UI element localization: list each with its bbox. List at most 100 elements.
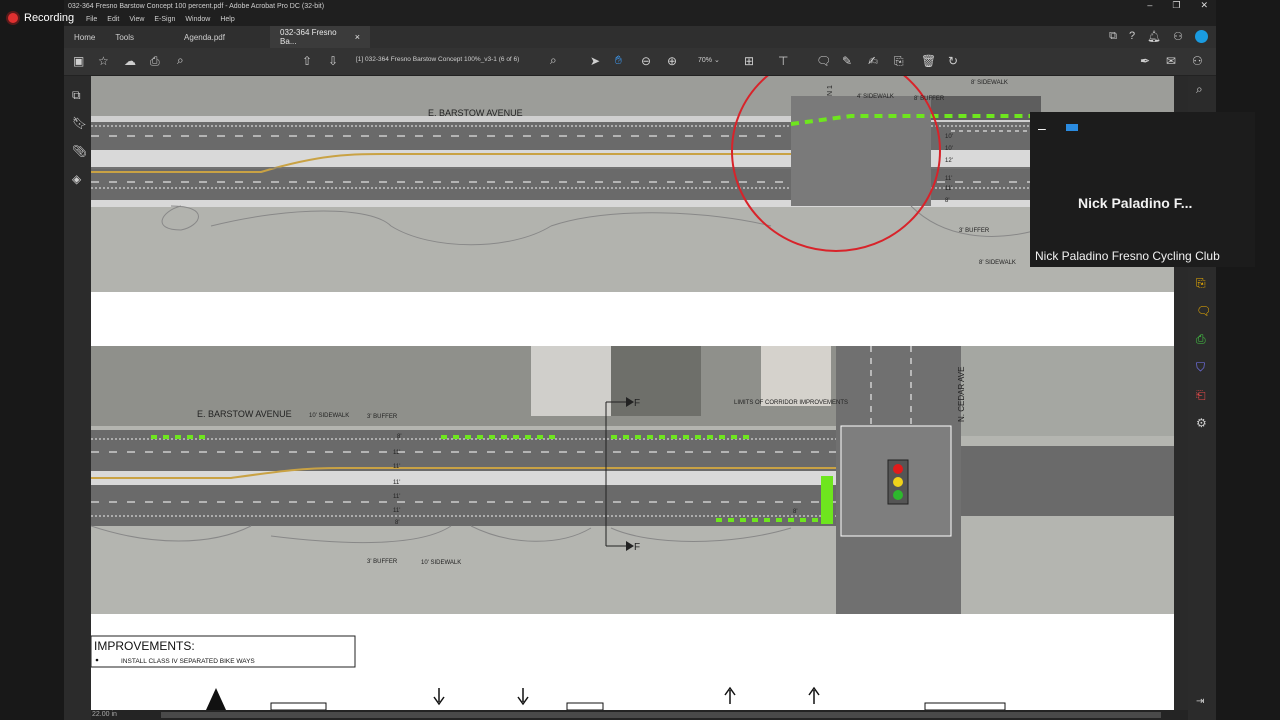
page-number-field[interactable]: [1] 032-364 Fresno Barstow Concept 100%_…	[356, 56, 519, 63]
top-dim-2: 10'	[945, 146, 953, 152]
tab-agenda-label: Agenda.pdf	[184, 32, 225, 42]
bottom-dim-3: 11'	[393, 464, 400, 470]
screen: Recording 032-364 Fresno Barstow Concept…	[0, 0, 1280, 720]
tab-agenda[interactable]: Agenda.pdf	[174, 26, 254, 48]
top-dim-3: 12'	[945, 158, 953, 164]
tab-tools[interactable]: Tools	[105, 26, 144, 48]
zoom-in-icon[interactable]: ⊕	[667, 55, 677, 67]
attachments-icon[interactable]: 📎︎	[72, 144, 87, 158]
restore-button[interactable]: ❐	[1172, 0, 1180, 11]
bottom-dim-4: 11'	[393, 480, 400, 486]
comment-icon[interactable]: 🗨︎	[816, 55, 831, 67]
left-navigation-rail: ⧉ 🔖︎ 📎︎ ◈	[64, 76, 91, 720]
email-icon[interactable]: ✉	[1166, 55, 1176, 67]
measure-icon[interactable]: ⊤	[778, 55, 788, 67]
bookmark-star-icon[interactable]: ☆	[98, 55, 109, 67]
minimize-video-icon[interactable]: –	[1038, 120, 1046, 136]
tab-bar: Home Tools Agenda.pdf 032-364 Fresno Ba.…	[64, 26, 1216, 48]
notifications-icon[interactable]: 🔔︎	[1147, 30, 1161, 43]
top-dim-5: 11'	[945, 186, 952, 192]
document-page[interactable]: E. BARSTOW AVENUE 4' SIDEWALK 8' SIDEWAL…	[91, 76, 1174, 710]
top-bottom-sidewalk-label: 8' SIDEWALK	[979, 260, 1016, 266]
sign-icon[interactable]: ✒︎	[1140, 55, 1150, 67]
menu-help[interactable]: Help	[220, 16, 234, 23]
prev-page-icon[interactable]: ⇧	[302, 55, 312, 67]
toolbar	[64, 48, 1216, 76]
record-dot-icon	[8, 13, 18, 23]
participant-tile-name: Nick Paladino F...	[1078, 195, 1193, 211]
scroll-thumb[interactable]	[161, 712, 1161, 718]
top-buffer-label: 8' BUFFER	[914, 96, 945, 102]
menu-window[interactable]: Window	[185, 16, 210, 23]
highlight-pen-icon[interactable]: ✎	[842, 55, 852, 67]
bottom-dim-2: 11'	[393, 450, 400, 456]
help-icon[interactable]: ?	[1129, 30, 1135, 43]
video-call-tile[interactable]: – Nick Paladino F... Nick Paladino Fresn…	[1030, 112, 1255, 267]
hand-tool-icon[interactable]: ✋︎	[615, 54, 622, 66]
find-icon[interactable]: ⌕	[550, 54, 557, 66]
bottom-dim-6: 11'	[393, 508, 400, 514]
zoom-value: 70%	[698, 57, 713, 64]
delete-icon[interactable]: 🗑︎	[921, 55, 936, 67]
zoom-select[interactable]: 70% ⌄	[698, 56, 720, 64]
bottom-dim-7: 8'	[395, 520, 399, 526]
top-dim-1: 10'	[945, 134, 953, 140]
share-user-icon[interactable]: ⚇	[1192, 55, 1203, 67]
bottom-street-label: E. BARSTOW AVENUE	[197, 409, 292, 419]
north-label: N 1	[827, 85, 834, 96]
top-sidewalk-label: 8' SIDEWALK	[971, 80, 1008, 86]
save-icon[interactable]: ▣	[73, 55, 84, 67]
tab-tools-label: Tools	[115, 32, 135, 42]
site-plan-drawing: E. BARSTOW AVENUE 4' SIDEWALK 8' SIDEWAL…	[91, 76, 1174, 710]
search-icon[interactable]: ⌕	[177, 54, 184, 66]
close-tab-icon[interactable]: ×	[355, 32, 360, 42]
stamp-icon[interactable]: ⎘	[894, 55, 904, 67]
tab-document-label: 032-364 Fresno Ba...	[280, 28, 337, 46]
print-icon[interactable]: ⎙	[150, 55, 160, 67]
limits-note: LIMITS OF CORRIDOR IMPROVEMENTS	[734, 400, 848, 406]
page-thumbnails-icon[interactable]: ⧉	[72, 88, 81, 103]
tab-document[interactable]: 032-364 Fresno Ba... ×	[270, 26, 371, 48]
menu-view[interactable]: View	[129, 16, 144, 23]
search-panel-icon[interactable]: ⌕	[1196, 82, 1203, 97]
page-field-text: [1] 032-364 Fresno Barstow Concept 100%_…	[356, 56, 497, 63]
avatar[interactable]	[1195, 30, 1208, 43]
upload-cloud-icon[interactable]: ☁	[124, 55, 136, 67]
menu-edit[interactable]: Edit	[107, 16, 119, 23]
account-icon[interactable]: ⚇	[1173, 30, 1183, 43]
print-production-icon[interactable]: ⎙	[1196, 332, 1206, 347]
collapse-panel-icon[interactable]: ⇥	[1196, 696, 1204, 707]
bottom-dim-5: 11'	[393, 494, 400, 500]
cross-street-label: N. CEDAR AVE	[957, 367, 966, 422]
page-size-label: 22.00 in	[92, 711, 117, 718]
top-dim-4: 11'	[945, 176, 952, 182]
improvement-item: INSTALL CLASS IV SEPARATED BIKE WAYS	[121, 658, 255, 665]
layers-icon[interactable]: ◈	[72, 172, 81, 186]
menu-file[interactable]: File	[86, 16, 97, 23]
minimize-button[interactable]: –	[1147, 0, 1152, 11]
title-bar: 032-364 Fresno Barstow Concept 100 perce…	[64, 0, 1216, 13]
more-tools-icon[interactable]: ⚙︎	[1196, 416, 1207, 430]
protect-icon[interactable]: ⛉	[1196, 360, 1205, 375]
page-count: (6 of 6)	[498, 56, 520, 63]
section-label-top: F	[634, 398, 640, 409]
select-cursor-icon[interactable]: ➤	[590, 55, 600, 67]
draw-icon[interactable]: ✍︎	[868, 55, 878, 67]
recording-indicator: Recording	[8, 12, 74, 24]
comment-panel-icon[interactable]: 🗨︎	[1196, 304, 1211, 318]
share-screen-icon[interactable]: ⧉	[1109, 30, 1117, 43]
bookmarks-icon[interactable]: 🔖︎	[72, 116, 87, 130]
horizontal-scrollbar[interactable]	[91, 710, 1188, 720]
menu-esign[interactable]: E-Sign	[154, 16, 175, 23]
next-page-icon[interactable]: ⇩	[328, 55, 338, 67]
zoom-out-icon[interactable]: ⊖	[641, 55, 651, 67]
rotate-icon[interactable]: ↻	[948, 55, 958, 67]
menu-bar: File Edit View E-Sign Window Help	[64, 13, 1216, 26]
close-window-button[interactable]: ✕	[1200, 0, 1208, 11]
top-bottom-buffer-label: 3' BUFFER	[959, 228, 990, 234]
bottom-dim-8: 8'	[793, 509, 797, 515]
tab-home[interactable]: Home	[64, 26, 105, 48]
page-fit-icon[interactable]: ⊞	[744, 55, 754, 67]
create-pdf-icon[interactable]: ⎗	[1196, 388, 1206, 403]
export-pdf-icon[interactable]: ⎘	[1196, 276, 1206, 291]
